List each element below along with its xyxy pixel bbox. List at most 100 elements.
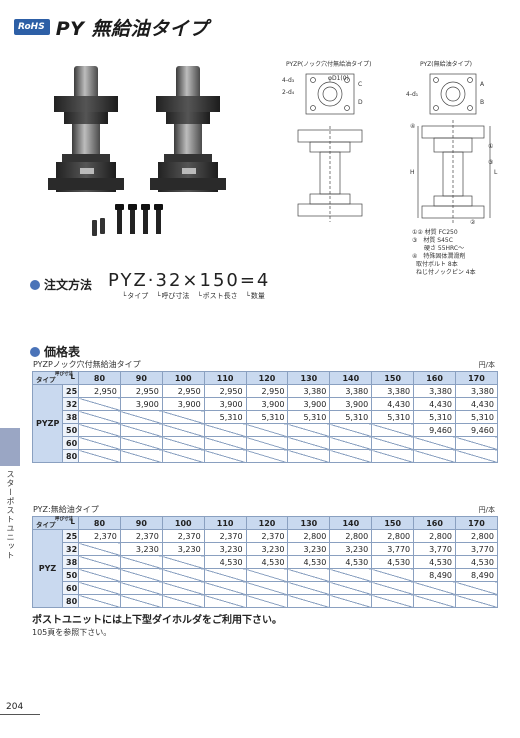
table-row: 60 bbox=[33, 581, 498, 595]
unavailable-cell bbox=[329, 581, 373, 595]
table-row: 38 5,310 5,310 5,310 5,310 5,310 5,310 5,310 bbox=[33, 410, 498, 424]
pyzp-drawing-label: PYZP(ノック穴付無給油タイプ) bbox=[286, 60, 371, 68]
price-cell: 3,380 bbox=[287, 384, 331, 398]
unavailable-cell bbox=[455, 581, 498, 595]
note-page-ref: 105頁を参照下さい。 bbox=[32, 628, 112, 637]
price-cell: 5,310 bbox=[413, 410, 457, 424]
price-cell: 3,770 bbox=[455, 542, 498, 556]
note-die-holder: ポストユニットには上下型ダイホルダをご利用下さい。 bbox=[32, 615, 282, 626]
table-row: 50 9,460 9,460 bbox=[33, 423, 498, 437]
price-cell: 2,800 bbox=[287, 529, 331, 543]
unavailable-cell bbox=[287, 436, 331, 450]
unavailable-cell bbox=[329, 423, 373, 437]
unavailable-cell bbox=[413, 436, 457, 450]
price-cell: 3,770 bbox=[413, 542, 457, 556]
diameter-cell: 25 bbox=[62, 384, 79, 398]
unavailable-cell bbox=[119, 423, 163, 437]
column-header: 90 bbox=[119, 371, 163, 385]
svg-text:③ 材質 S45C: ③ 材質 S45C bbox=[412, 236, 453, 244]
unavailable-cell bbox=[161, 449, 205, 463]
side-label: スターポストユニット bbox=[6, 470, 15, 560]
price-cell: 2,370 bbox=[203, 529, 247, 543]
rohs-badge: RoHS bbox=[14, 19, 50, 35]
table-corner-header: タイプ 呼び寸法 L bbox=[32, 371, 79, 385]
page-number: 204 bbox=[6, 702, 24, 712]
order-code-parts: タイプ呼び寸法ポスト長さ数量 bbox=[122, 291, 273, 301]
bullet-icon bbox=[30, 279, 40, 290]
svg-text:①: ① bbox=[488, 143, 493, 150]
column-header: 170 bbox=[455, 516, 498, 530]
price-cell: 3,230 bbox=[119, 542, 163, 556]
price-cell: 5,310 bbox=[371, 410, 415, 424]
price-cell: 9,460 bbox=[455, 423, 498, 437]
svg-text:③: ③ bbox=[488, 159, 493, 166]
svg-text:2-d₄: 2-d₄ bbox=[282, 89, 295, 96]
price-cell: 2,370 bbox=[161, 529, 205, 543]
column-header: 150 bbox=[371, 371, 415, 385]
diameter-cell: 38 bbox=[62, 555, 79, 569]
unavailable-cell bbox=[329, 594, 373, 608]
column-header: 120 bbox=[245, 371, 289, 385]
unavailable-cell bbox=[245, 436, 289, 450]
unavailable-cell bbox=[119, 449, 163, 463]
column-header: 90 bbox=[119, 516, 163, 530]
price-heading: 価格表 bbox=[30, 343, 80, 360]
unavailable-cell bbox=[161, 594, 205, 608]
post-unit-1 bbox=[48, 66, 124, 192]
price-cell: 3,380 bbox=[413, 384, 457, 398]
price-cell: 3,380 bbox=[455, 384, 498, 398]
price-cell: 3,380 bbox=[329, 384, 373, 398]
price-cell: 5,310 bbox=[245, 410, 289, 424]
unavailable-cell bbox=[287, 568, 331, 582]
price-cell: 8,490 bbox=[413, 568, 457, 582]
column-header: 100 bbox=[161, 516, 205, 530]
svg-text:4-d₃: 4-d₃ bbox=[282, 77, 295, 84]
column-header: 110 bbox=[203, 516, 247, 530]
price-cell: 5,310 bbox=[455, 410, 498, 424]
price-cell: 5,310 bbox=[203, 410, 247, 424]
unavailable-cell bbox=[287, 581, 331, 595]
unavailable-cell bbox=[413, 581, 457, 595]
unavailable-cell bbox=[161, 581, 205, 595]
price-cell: 3,900 bbox=[203, 397, 247, 411]
diameter-cell: 80 bbox=[62, 449, 79, 463]
unavailable-cell bbox=[413, 449, 457, 463]
unavailable-cell bbox=[203, 568, 247, 582]
svg-text:L: L bbox=[494, 169, 498, 176]
table-unit-pyz: 円/本 bbox=[478, 506, 495, 514]
price-cell: 2,950 bbox=[161, 384, 205, 398]
unavailable-cell bbox=[329, 568, 373, 582]
price-cell: 2,950 bbox=[119, 384, 163, 398]
price-cell: 4,530 bbox=[203, 555, 247, 569]
price-cell: 3,770 bbox=[371, 542, 415, 556]
price-cell: 2,800 bbox=[413, 529, 457, 543]
unavailable-cell bbox=[455, 594, 498, 608]
unavailable-cell bbox=[287, 423, 331, 437]
table-caption-pyz: PYZ:無給油タイプ bbox=[33, 505, 99, 514]
price-cell: 2,800 bbox=[455, 529, 498, 543]
price-cell: 4,530 bbox=[455, 555, 498, 569]
price-cell: 4,530 bbox=[329, 555, 373, 569]
unavailable-cell bbox=[371, 581, 415, 595]
unavailable-cell bbox=[455, 436, 498, 450]
price-cell: 4,530 bbox=[287, 555, 331, 569]
column-header: 140 bbox=[329, 371, 373, 385]
price-cell: 4,530 bbox=[245, 555, 289, 569]
table-row: 80 bbox=[33, 449, 498, 463]
svg-text:取付ボルト 8本: 取付ボルト 8本 bbox=[416, 260, 458, 268]
price-cell: 2,370 bbox=[245, 529, 289, 543]
svg-text:②: ② bbox=[470, 219, 476, 226]
price-cell: 4,430 bbox=[413, 397, 457, 411]
unavailable-cell bbox=[371, 594, 415, 608]
drawing-notes: ①② 材質 FC250 ③ 材質 S45C 硬さ 55HRC～ ④ 特殊固体潤滑… bbox=[412, 228, 476, 276]
price-cell: 4,430 bbox=[455, 397, 498, 411]
series-label: PYZ bbox=[32, 529, 63, 608]
column-header: 80 bbox=[78, 371, 121, 385]
price-cell: 3,230 bbox=[245, 542, 289, 556]
svg-text:硬さ 55HRC～: 硬さ 55HRC～ bbox=[412, 245, 464, 252]
unavailable-cell bbox=[78, 397, 121, 411]
order-code: PYZ·32×150=4 bbox=[108, 270, 271, 291]
unavailable-cell bbox=[119, 568, 163, 582]
series-label: PYZP bbox=[32, 384, 63, 463]
diameter-cell: 32 bbox=[62, 542, 79, 556]
